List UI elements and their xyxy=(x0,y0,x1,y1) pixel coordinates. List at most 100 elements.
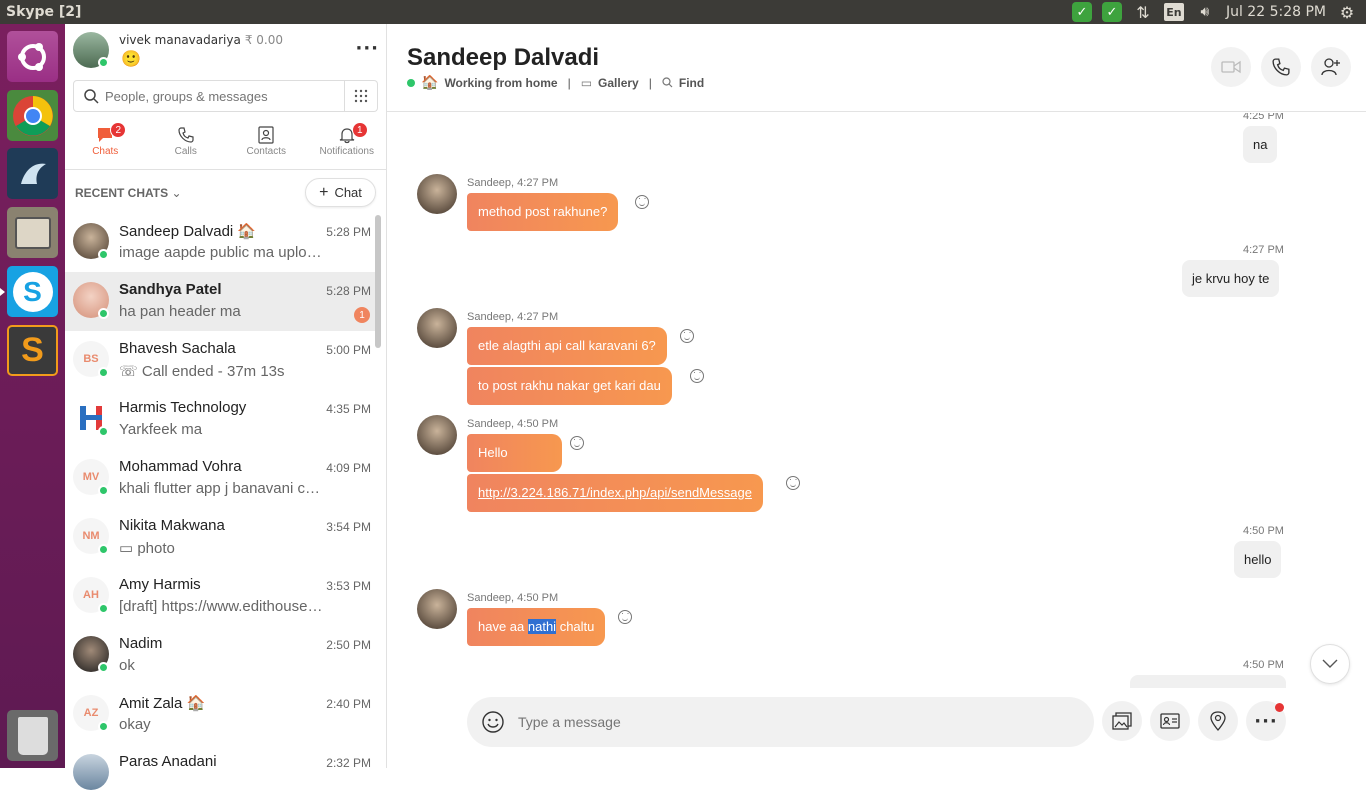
skype-icon[interactable]: S xyxy=(7,266,58,317)
more-actions-button[interactable]: ··· xyxy=(1246,701,1286,741)
online-status-dot xyxy=(98,485,109,496)
outgoing-message-partial[interactable] xyxy=(1130,675,1286,688)
find-link[interactable]: Find xyxy=(679,76,704,90)
online-status-dot xyxy=(407,78,415,87)
clock[interactable]: Jul 22 5:28 PM xyxy=(1226,4,1326,20)
reaction-icon[interactable] xyxy=(618,608,632,624)
incoming-message[interactable]: Hello xyxy=(467,434,562,472)
tab-notifications-label: Notifications xyxy=(319,146,374,157)
scroll-to-bottom-button[interactable] xyxy=(1310,644,1350,684)
recent-chats-dropdown[interactable]: RECENT CHATS ⌄ xyxy=(75,186,182,200)
chat-name: Nikita Makwana xyxy=(119,517,225,534)
reaction-icon[interactable] xyxy=(680,327,694,343)
share-contact-button[interactable] xyxy=(1150,701,1190,741)
online-status-dot xyxy=(98,249,109,260)
sender-avatar[interactable] xyxy=(417,174,457,214)
outgoing-message[interactable]: hello xyxy=(1234,541,1282,578)
ubuntu-dash-icon[interactable] xyxy=(7,31,58,82)
skype-status-icon[interactable]: ✓ xyxy=(1101,2,1122,22)
chat-name: Sandeep Dalvadi 🏠 xyxy=(119,223,257,240)
check-icon[interactable]: ✓ xyxy=(1071,2,1092,22)
volume-icon[interactable]: 🔊︎ xyxy=(1194,1,1216,23)
sender-avatar[interactable] xyxy=(417,308,457,348)
chat-item-amy[interactable]: AH Amy Harmis [draft] https://www.editho… xyxy=(65,567,379,626)
notifications-badge: 1 xyxy=(351,122,368,138)
reaction-icon[interactable] xyxy=(635,193,649,209)
chat-preview: okay xyxy=(119,716,151,733)
search-input[interactable] xyxy=(105,88,335,104)
online-status-dot xyxy=(98,367,109,378)
dialpad-button[interactable] xyxy=(345,80,378,112)
chat-item-bhavesh[interactable]: BS Bhavesh Sachala ☏ Call ended - 37m 13… xyxy=(65,331,379,390)
conversation-title[interactable]: Sandeep Dalvadi xyxy=(407,44,599,72)
add-participant-button[interactable] xyxy=(1311,47,1351,87)
chat-preview: khali flutter app j banavani ch... xyxy=(119,480,324,497)
online-status-dot xyxy=(98,721,109,732)
chat-item-paras[interactable]: Paras Anadani 2:32 PM xyxy=(65,744,379,803)
more-options-icon[interactable]: ··· xyxy=(355,38,379,59)
reaction-icon[interactable] xyxy=(786,474,800,490)
search-box[interactable] xyxy=(73,80,345,112)
tab-calls[interactable]: Calls xyxy=(146,120,227,169)
incoming-link-message[interactable]: http://3.224.186.71/index.php/api/sendMe… xyxy=(467,474,763,512)
outgoing-message[interactable]: je krvu hoy te xyxy=(1182,260,1280,297)
tab-chats[interactable]: 2 Chats xyxy=(65,120,146,169)
outgoing-message[interactable]: na xyxy=(1243,126,1278,163)
gallery-icon: ▭ xyxy=(580,75,593,90)
mood-emoji[interactable]: 🙂 xyxy=(121,49,141,68)
sender-avatar[interactable] xyxy=(417,589,457,629)
keyboard-layout-indicator[interactable]: En xyxy=(1163,3,1184,21)
chat-item-nadim[interactable]: Nadim ok 2:50 PM xyxy=(65,626,379,685)
incoming-message[interactable]: have aa nathi chaltu xyxy=(467,608,606,646)
conversation-meta: 🏠 Working from home | ▭ Gallery | Find xyxy=(407,74,704,91)
credit-balance[interactable]: ₹ 0.00 xyxy=(245,33,283,47)
file-manager-icon[interactable] xyxy=(7,207,58,258)
chat-time: 3:54 PM xyxy=(326,520,371,534)
chat-preview: ▭ photo xyxy=(119,540,175,557)
trash-icon[interactable] xyxy=(7,710,58,761)
tab-notifications[interactable]: 1 Notifications xyxy=(307,120,388,169)
video-call-button[interactable] xyxy=(1211,47,1251,87)
notification-dot xyxy=(1275,703,1284,712)
conversation-header: Sandeep Dalvadi 🏠 Working from home | ▭ … xyxy=(387,24,1366,112)
reaction-icon[interactable] xyxy=(690,367,704,383)
sender-avatar[interactable] xyxy=(417,415,457,455)
chat-list-scrollbar[interactable] xyxy=(375,215,381,348)
tab-chats-label: Chats xyxy=(92,146,119,157)
chat-item-sandeep[interactable]: Sandeep Dalvadi 🏠 image aapde public ma … xyxy=(65,213,379,272)
tab-contacts[interactable]: Contacts xyxy=(226,120,307,169)
nav-tabs: 2 Chats Calls Contacts 1 Notifications xyxy=(65,120,387,170)
profile-area[interactable]: vivek manavadariya ₹ 0.00 🙂 ··· xyxy=(73,32,379,72)
chrome-icon[interactable] xyxy=(7,90,58,141)
chat-item-nikita[interactable]: NM Nikita Makwana ▭ photo 3:54 PM xyxy=(65,508,379,567)
chevron-down-icon xyxy=(1322,659,1338,668)
message-timestamp: 4:25 PM xyxy=(1243,113,1284,122)
chat-item-amit[interactable]: AZ Amit Zala 🏠 okay 2:40 PM xyxy=(65,685,379,744)
incoming-message[interactable]: to post rakhu nakar get kari dau xyxy=(467,367,672,405)
network-icon[interactable]: ⇅ xyxy=(1132,1,1154,23)
chat-item-sandhya[interactable]: Sandhya Patel ha pan header ma 5:28 PM 1 xyxy=(65,272,379,331)
share-location-button[interactable] xyxy=(1198,701,1238,741)
location-pin-icon xyxy=(1210,711,1226,731)
incoming-message[interactable]: method post rakhune? xyxy=(467,193,619,231)
incoming-message[interactable]: etle alagthi api call karavani 6? xyxy=(467,327,667,365)
gear-icon[interactable]: ⚙ xyxy=(1336,1,1358,23)
chat-item-mohammad[interactable]: MV Mohammad Vohra khali flutter app j ba… xyxy=(65,449,379,508)
gallery-link[interactable]: Gallery xyxy=(598,76,639,90)
status-text[interactable]: Working from home xyxy=(444,76,557,90)
mysql-workbench-icon[interactable] xyxy=(7,148,58,199)
phone-icon xyxy=(1272,58,1290,76)
emoji-icon[interactable] xyxy=(482,711,504,733)
unread-badge: 1 xyxy=(354,307,370,323)
share-media-button[interactable] xyxy=(1102,701,1142,741)
audio-call-button[interactable] xyxy=(1261,47,1301,87)
profile-name[interactable]: vivek manavadariya xyxy=(119,33,241,47)
chat-item-harmis-technology[interactable]: Harmis Technology Yarkfeek ma 4:35 PM xyxy=(65,390,379,449)
new-chat-button[interactable]: + Chat xyxy=(305,178,376,207)
message-input[interactable] xyxy=(518,714,1038,730)
sublime-text-icon[interactable]: S xyxy=(7,325,58,376)
chat-time: 2:40 PM xyxy=(326,697,371,711)
launcher: S S xyxy=(0,24,65,768)
tab-calls-label: Calls xyxy=(174,146,197,157)
reaction-icon[interactable] xyxy=(570,434,584,450)
